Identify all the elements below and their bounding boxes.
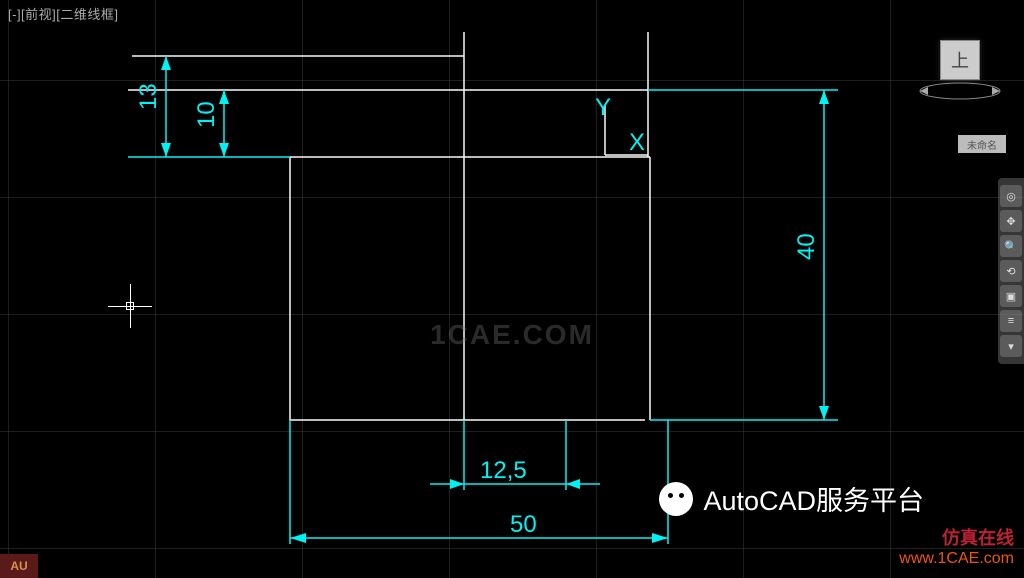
dim-13: 13 [135,83,162,110]
cad-drawing[interactable]: X Y 13 10 40 12,5 50 [0,0,1024,578]
navigation-bar: ◎ ✥ 🔍 ⟲ ▣ ≡ ▾ [998,178,1024,364]
dim-10: 10 [193,101,220,128]
viewcube-compass[interactable] [916,80,1004,102]
viewcube[interactable]: 上 [940,40,980,80]
nav-badge[interactable]: 未命名 [958,135,1006,153]
axis-y-label: Y [595,94,611,121]
axis-x-label: X [629,129,645,156]
autodesk-logo: AU [0,554,38,578]
pan-button[interactable]: ✥ [1000,210,1022,232]
zoom-button[interactable]: 🔍 [1000,235,1022,257]
dim-12-5: 12,5 [480,457,527,484]
orbit-button[interactable]: ⟲ [1000,260,1022,282]
steering-wheel-button[interactable]: ◎ [1000,185,1022,207]
nav-settings-button[interactable]: ≡ [1000,310,1022,332]
nav-arrow-button[interactable]: ▾ [1000,335,1022,357]
dim-40: 40 [793,233,820,260]
showmotion-button[interactable]: ▣ [1000,285,1022,307]
dim-50: 50 [510,511,537,538]
